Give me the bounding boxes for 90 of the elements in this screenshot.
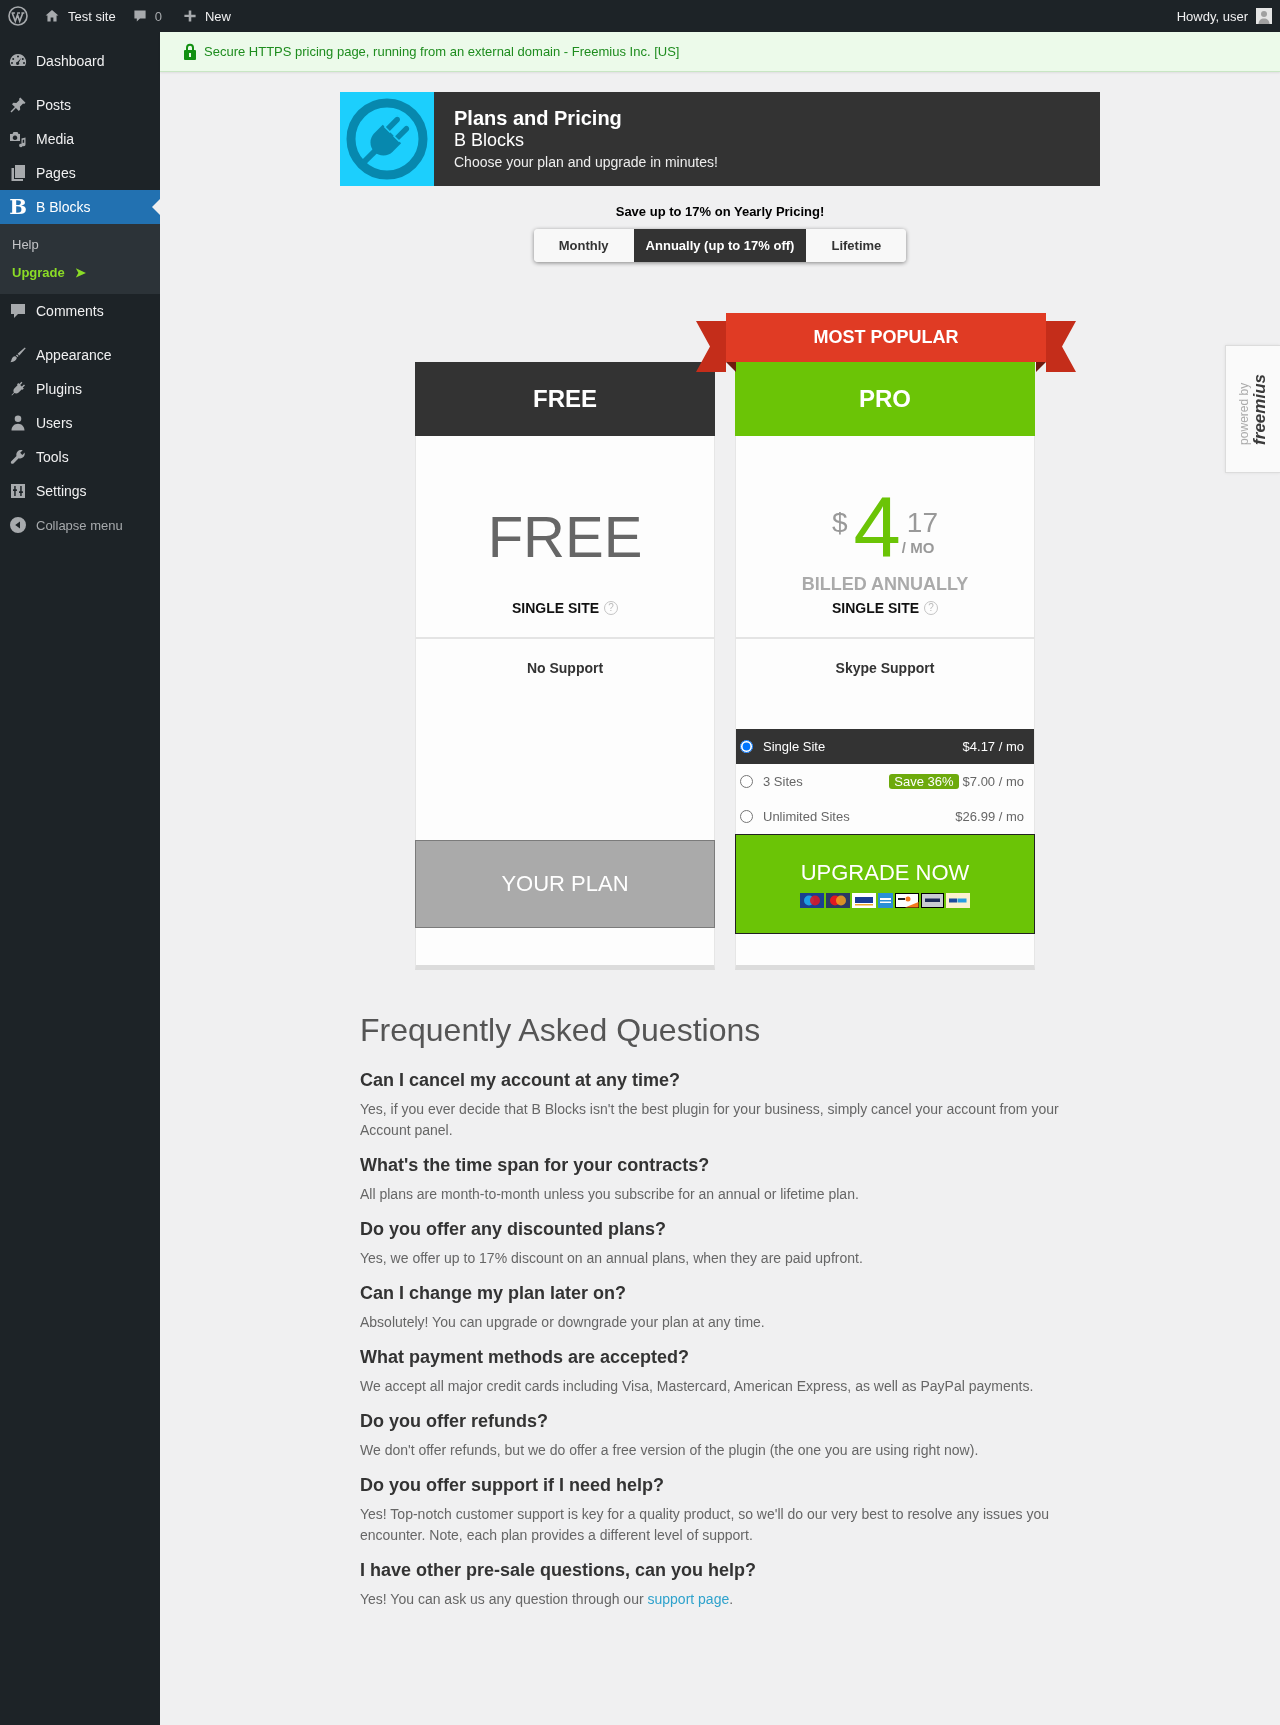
menu-item[interactable]: Pages [0, 156, 160, 190]
header-tagline: Choose your plan and upgrade in minutes! [454, 152, 718, 172]
faq-answer: Yes! You can ask us any question through our support page. [360, 1590, 735, 1609]
account-link[interactable]: Howdy, user [1168, 0, 1280, 32]
home-icon [44, 8, 60, 24]
ribbon-banner: MOST POPULAR [726, 313, 1046, 362]
discount-badge: Save 36% [889, 774, 959, 789]
license-radio[interactable] [740, 740, 753, 753]
payment-card-icon [878, 893, 893, 908]
menu-item[interactable]: Plugins [0, 372, 160, 406]
sites-label: SINGLE SITE [511, 599, 600, 617]
site-link[interactable]: Test site [36, 0, 124, 32]
submenu-item[interactable]: Help [0, 231, 51, 259]
payment-card-icon [852, 893, 876, 908]
plus-icon [181, 8, 198, 24]
promo-text: Save up to 17% on Yearly Pricing! [615, 204, 825, 220]
price-text: FREE [487, 508, 643, 566]
faq-answer: Yes, we offer up to 17% discount on an annual plans, when they are paid upfront. [360, 1249, 864, 1268]
circle-arrow-icon [8, 515, 28, 535]
menu-item[interactable]: Media [0, 122, 160, 156]
faq-answer: We accept all major credit cards including Visa, Mastercard, American Express, as well as PayPal payments. [360, 1377, 1035, 1396]
billing-tab[interactable]: Monthly [533, 229, 634, 262]
media-icon [8, 129, 28, 149]
plugin-name: B Blocks [454, 129, 526, 151]
faq-answer: We don't offer refunds, but we do offer a free version of the plugin (the one you are using right now). [360, 1441, 980, 1460]
currency-symbol: $ [832, 509, 848, 537]
license-label: Unlimited Sites [763, 809, 850, 824]
faq-question: Do you offer any discounted plans? [360, 1218, 668, 1241]
payment-card-icon [946, 893, 970, 908]
wrench-icon [8, 447, 28, 467]
license-price: $7.00 / mo [962, 774, 1024, 789]
submenu-item[interactable]: Upgrade ➤ [0, 259, 98, 287]
faq-answer: All plans are month-to-month unless you subscribe for an annual or lifetime plan. [360, 1185, 860, 1204]
menu-item[interactable]: Comments [0, 294, 160, 328]
speech-bubble-icon [131, 8, 148, 24]
payment-card-icon [826, 893, 850, 908]
pushpin-icon [8, 95, 28, 115]
license-label: 3 Sites [763, 774, 803, 789]
letter-icon: B [8, 196, 28, 218]
plan-header: FREE [415, 362, 715, 436]
menu-item[interactable]: Tools [0, 440, 160, 474]
menu-item[interactable]: Users [0, 406, 160, 440]
license-price: $4.17 / mo [962, 739, 1024, 754]
faq-question: What payment methods are accepted? [360, 1346, 691, 1369]
avatar-icon [1256, 8, 1272, 24]
price-amount: 4 [853, 487, 901, 567]
plug-icon [340, 92, 434, 186]
license-option[interactable]: Single Site $4.17 / mo [736, 729, 1034, 764]
logo-icon[interactable] [8, 6, 28, 26]
plan-header: PRO [735, 362, 1035, 436]
new-content-link[interactable]: New [169, 0, 239, 32]
powered-by-link[interactable]: powered by freemius [1225, 345, 1280, 473]
paintbrush-icon [8, 345, 28, 365]
support-label: No Support [526, 660, 604, 676]
faq-question: Do you offer support if I need help? [360, 1474, 665, 1497]
faq-title: Frequently Asked Questions [360, 1011, 762, 1050]
support-label: Skype Support [835, 660, 935, 676]
faq-question: I have other pre-sale questions, can you help? [360, 1559, 758, 1582]
menu-item[interactable]: Appearance [0, 338, 160, 372]
license-price: $26.99 / mo [955, 809, 1024, 824]
menu-item[interactable]: Settings [0, 474, 160, 508]
license-radio[interactable] [740, 775, 753, 788]
notice-text: Secure HTTPS pricing page, running from an external domain - Freemius Inc. [US] [204, 44, 680, 59]
faq-question: Do you offer refunds? [360, 1410, 549, 1433]
header-title: Plans and Pricing [454, 105, 623, 130]
padlock-icon [183, 43, 197, 60]
license-label: Single Site [763, 739, 826, 754]
menu-item[interactable]: B B Blocks [0, 190, 160, 224]
comments-link[interactable]: 0 [123, 0, 170, 32]
license-radio[interactable] [740, 810, 753, 823]
payment-card-icon [921, 893, 944, 908]
faq-answer: Absolutely! You can upgrade or downgrade your plan at any time. [360, 1313, 766, 1332]
billing-note: BILLED ANNUALLY [801, 573, 969, 595]
speech-bubble-icon [8, 301, 28, 321]
menu-item[interactable]: Posts [0, 88, 160, 122]
sites-label: SINGLE SITE [831, 599, 920, 617]
collapse-menu-button[interactable]: Collapse menu [0, 508, 160, 542]
price-cents: 17 [906, 509, 938, 537]
faq-answer: Yes! Top-notch customer support is key for a quality product, so we'll do our very best to resolve any issues you encounter. Note, each plan provides a different level of support. [360, 1505, 1051, 1545]
faq-question: Can I cancel my account at any time? [360, 1069, 682, 1092]
menu-item[interactable]: Dashboard [0, 44, 160, 78]
payment-card-icon [800, 893, 824, 908]
sliders-icon [8, 481, 28, 501]
price-period: / MO [901, 540, 935, 556]
faq-question: What's the time span for your contracts? [360, 1154, 711, 1177]
payment-card-icon [895, 893, 919, 908]
billing-tab[interactable]: Annually (up to 17% off) [633, 229, 807, 262]
faq-answer: Yes, if you ever decide that B Blocks isn't the best plugin for your business, simply cancel your account from your Account panel. [360, 1100, 1060, 1140]
billing-tab[interactable]: Lifetime [806, 229, 907, 262]
faq-question: Can I change my plan later on? [360, 1282, 628, 1305]
